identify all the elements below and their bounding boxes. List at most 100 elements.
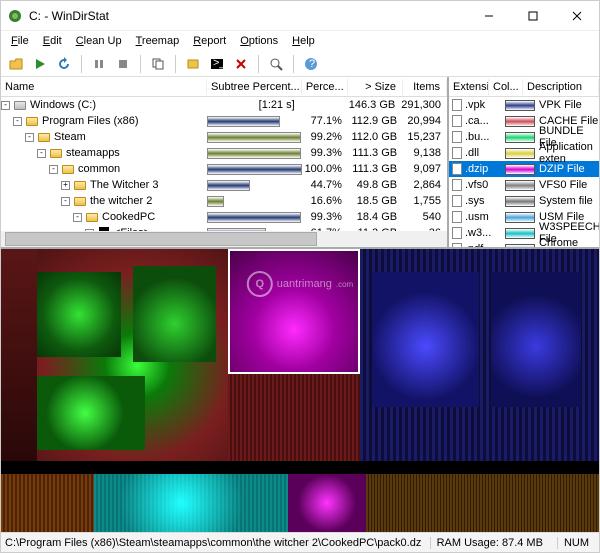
- expand-toggle[interactable]: +: [61, 181, 70, 190]
- expand-toggle[interactable]: -: [13, 117, 22, 126]
- col-name[interactable]: Name: [1, 79, 207, 95]
- expand-toggle[interactable]: -: [37, 149, 46, 158]
- help-button[interactable]: ?: [300, 53, 322, 75]
- close-button[interactable]: [555, 1, 599, 31]
- directory-tree-pane: Name Subtree Percent... Perce... > Size …: [1, 77, 449, 247]
- file-icon: [451, 227, 463, 239]
- toolbar-divider: [258, 55, 259, 73]
- svg-text:>_: >_: [213, 57, 224, 69]
- title-bar: C: - WinDirStat: [1, 1, 599, 31]
- color-swatch: [505, 164, 535, 175]
- file-icon: [451, 131, 463, 143]
- drive-icon: [13, 99, 27, 111]
- folder-icon: [37, 131, 51, 143]
- file-icon: [451, 99, 463, 111]
- expand-toggle[interactable]: -: [1, 101, 10, 110]
- menu-options[interactable]: Options: [234, 33, 284, 49]
- tree-row[interactable]: +The Witcher 344.7%49.8 GB2,864: [1, 177, 447, 193]
- row-name: Windows (C:): [30, 99, 96, 111]
- menu-file[interactable]: File: [5, 33, 35, 49]
- row-name: Program Files (x86): [42, 115, 139, 127]
- status-num: NUM: [557, 537, 595, 549]
- ext-row[interactable]: .sysSystem file: [449, 193, 599, 209]
- ext-row[interactable]: .pdfChrome HTML D: [449, 241, 599, 247]
- tree-rows[interactable]: -Windows (C:)[1:21 s]146.3 GB291,300-Pro…: [1, 97, 447, 231]
- delete-button[interactable]: [230, 53, 252, 75]
- ext-rows[interactable]: .vpkVPK File.ca...CACHE File.bu...BUNDLE…: [449, 97, 599, 247]
- folder-icon: [73, 179, 87, 191]
- expand-toggle[interactable]: -: [61, 197, 70, 206]
- treemap-view[interactable]: Quantrimang.com: [1, 249, 599, 532]
- color-swatch: [505, 196, 535, 207]
- tree-header: Name Subtree Percent... Perce... > Size …: [1, 77, 447, 97]
- extension-pane: Extensi... Col... Description .vpkVPK Fi…: [449, 77, 599, 247]
- status-bar: C:\Program Files (x86)\Steam\steamapps\c…: [1, 532, 599, 552]
- maximize-button[interactable]: [511, 1, 555, 31]
- tree-row[interactable]: -Steam99.2%112.0 GB15,237: [1, 129, 447, 145]
- expand-toggle[interactable]: -: [25, 133, 34, 142]
- expand-toggle[interactable]: -: [49, 165, 58, 174]
- toolbar-divider: [140, 55, 141, 73]
- tree-row[interactable]: -steamapps99.3%111.3 GB9,138: [1, 145, 447, 161]
- row-name: CookedPC: [102, 211, 155, 223]
- tree-hscroll[interactable]: [1, 231, 447, 247]
- folder-icon: [49, 147, 63, 159]
- zoom-button[interactable]: [265, 53, 287, 75]
- menu-treemap[interactable]: Treemap: [130, 33, 186, 49]
- col-items[interactable]: Items: [403, 79, 447, 95]
- row-name: the witcher 2: [90, 195, 152, 207]
- color-swatch: [505, 244, 535, 248]
- ext-row[interactable]: .vpkVPK File: [449, 97, 599, 113]
- suspend-button[interactable]: [88, 53, 110, 75]
- row-name: Steam: [54, 131, 86, 143]
- minimize-button[interactable]: [467, 1, 511, 31]
- col-color[interactable]: Col...: [489, 79, 523, 95]
- tree-row[interactable]: -CookedPC99.3%18.4 GB540: [1, 209, 447, 225]
- col-ext[interactable]: Extensi...: [449, 79, 489, 95]
- folder-icon: [73, 195, 87, 207]
- toolbar: >_ ?: [1, 51, 599, 77]
- split-panes: Name Subtree Percent... Perce... > Size …: [1, 77, 599, 249]
- refresh-button[interactable]: [53, 53, 75, 75]
- menu-report[interactable]: Report: [187, 33, 232, 49]
- folder-icon: [61, 163, 75, 175]
- color-swatch: [505, 116, 535, 127]
- col-size[interactable]: > Size: [348, 79, 403, 95]
- folder-icon: [25, 115, 39, 127]
- ext-header: Extensi... Col... Description: [449, 77, 599, 97]
- color-swatch: [505, 148, 535, 159]
- cmd-button[interactable]: >_: [206, 53, 228, 75]
- open-button[interactable]: [5, 53, 27, 75]
- color-swatch: [505, 228, 535, 239]
- file-icon: [451, 211, 463, 223]
- row-name: common: [78, 163, 120, 175]
- toolbar-divider: [81, 55, 82, 73]
- ext-row[interactable]: .vfs0VFS0 File: [449, 177, 599, 193]
- file-icon: [451, 195, 463, 207]
- menu-bar: File Edit Clean Up Treemap Report Option…: [1, 31, 599, 51]
- col-desc[interactable]: Description: [523, 79, 599, 95]
- tree-row[interactable]: -the witcher 216.6%18.5 GB1,755: [1, 193, 447, 209]
- color-swatch: [505, 212, 535, 223]
- ext-row[interactable]: .dzipDZIP File: [449, 161, 599, 177]
- menu-help[interactable]: Help: [286, 33, 321, 49]
- file-icon: [451, 147, 463, 159]
- explorer-button[interactable]: [182, 53, 204, 75]
- ext-row[interactable]: .dllApplication exten: [449, 145, 599, 161]
- tree-row[interactable]: -Program Files (x86)77.1%112.9 GB20,994: [1, 113, 447, 129]
- svg-text:?: ?: [309, 58, 315, 70]
- menu-edit[interactable]: Edit: [37, 33, 68, 49]
- col-percent[interactable]: Perce...: [302, 79, 348, 95]
- stop-button[interactable]: [112, 53, 134, 75]
- toolbar-divider: [293, 55, 294, 73]
- expand-toggle[interactable]: -: [73, 213, 82, 222]
- color-swatch: [505, 100, 535, 111]
- tree-row[interactable]: -Windows (C:)[1:21 s]146.3 GB291,300: [1, 97, 447, 113]
- menu-cleanup[interactable]: Clean Up: [70, 33, 128, 49]
- play-button[interactable]: [29, 53, 51, 75]
- app-icon: [7, 8, 23, 24]
- copy-button[interactable]: [147, 53, 169, 75]
- col-subtree[interactable]: Subtree Percent...: [207, 79, 302, 95]
- tree-row[interactable]: -common100.0%111.3 GB9,097: [1, 161, 447, 177]
- row-name: steamapps: [66, 147, 120, 159]
